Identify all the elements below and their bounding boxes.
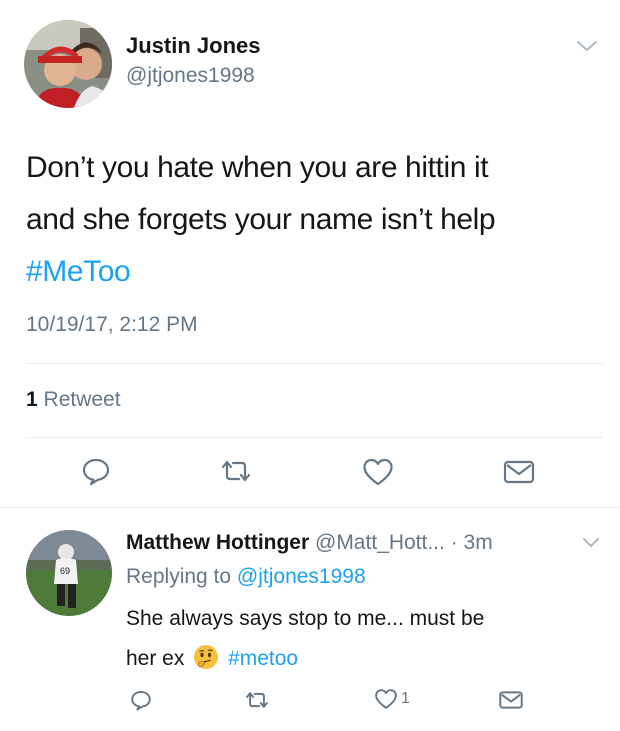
reply-author-avatar[interactable]: 69 [26,530,112,616]
reply-author-name[interactable]: Matthew Hottinger [126,531,309,554]
retweet-stat[interactable]: 1 Retweet [26,388,121,412]
reply-text-line: She always says stop to me... must be [126,607,485,630]
retweet-icon [221,460,251,482]
envelope-icon [503,460,535,484]
retweet-count: 1 [26,388,38,411]
divider [26,437,603,438]
author-name[interactable]: Justin Jones [126,33,260,59]
replying-to: Replying to @jtjones1998 [126,565,366,589]
hashtag-link[interactable]: #MeToo [26,246,596,298]
tweet-text: Don’t you hate when you are hittin it an… [26,142,596,298]
like-count: 1 [401,690,410,707]
reply-text-line-2: her ex #metoo [126,639,596,679]
reply-author-handle[interactable]: @Matt_Hott... [315,531,445,554]
reply-text: She always says stop to me... must be he… [126,599,596,679]
chevron-down-icon[interactable] [582,536,600,549]
tweet-text-line: and she forgets your name isn’t help [26,203,496,236]
heart-icon [375,689,397,709]
direct-message-button[interactable] [502,459,536,485]
reply-text-fragment: her ex [126,647,185,670]
like-button[interactable] [362,457,394,487]
main-tweet: Justin Jones @jtjones1998 Don’t you hate… [0,0,620,508]
reply-button[interactable] [81,456,111,486]
thinking-face-icon [193,644,219,670]
heart-icon [363,458,393,486]
reply-retweet-button[interactable] [244,690,270,710]
chevron-down-icon[interactable] [576,38,598,54]
envelope-icon [499,691,523,709]
replying-to-handle[interactable]: @jtjones1998 [237,565,366,588]
tweet-timestamp[interactable]: 10/19/17, 2:12 PM [26,313,198,337]
comment-icon [82,458,110,486]
reply-like-button[interactable]: 1 [374,688,410,710]
retweet-icon [246,692,268,708]
hashtag-link[interactable]: #metoo [228,647,298,670]
reply-time[interactable]: · 3m [451,531,493,554]
reply-header: Matthew Hottinger @Matt_Hott... · 3m [126,531,493,555]
retweet-label: Retweet [43,388,121,411]
svg-text:69: 69 [60,566,70,576]
replying-to-label: Replying to [126,565,232,588]
tweet-text-line: Don’t you hate when you are hittin it [26,151,489,184]
reply-dm-button[interactable] [498,690,524,710]
author-handle[interactable]: @jtjones1998 [126,64,255,88]
author-avatar[interactable] [24,20,112,108]
retweet-button[interactable] [219,458,253,484]
comment-icon [131,690,151,711]
divider [26,363,603,364]
reply-reply-button[interactable] [130,689,152,711]
